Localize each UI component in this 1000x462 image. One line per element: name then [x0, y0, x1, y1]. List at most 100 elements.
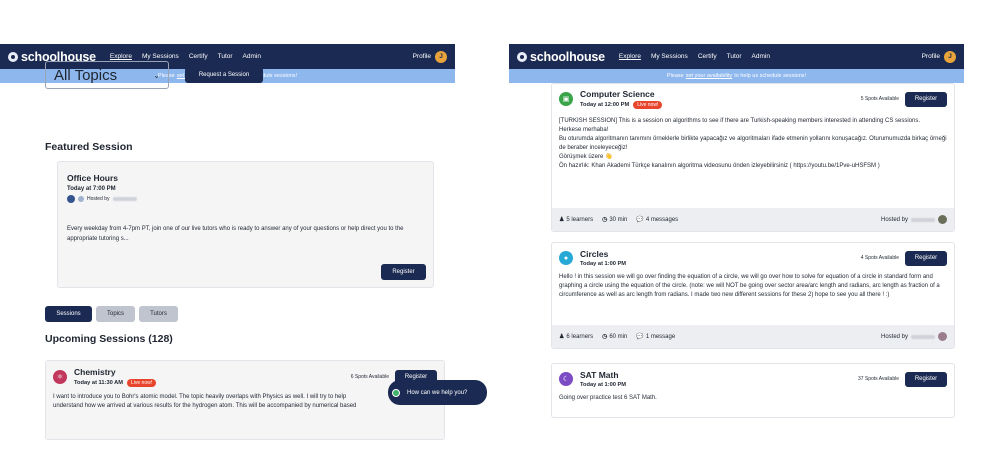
logo-icon [517, 51, 527, 62]
session-card-circles: ● Circles Today at 1:00 PM 4 Spots Avail… [551, 242, 955, 349]
featured-heading: Featured Session [45, 141, 133, 153]
learners-count: ♟ 6 learners [559, 333, 594, 341]
session-description: [TURKISH SESSION] This is a session on a… [552, 109, 954, 171]
session-card-computer-science: ▣ Computer Science Today at 12:00 PM Liv… [551, 83, 955, 232]
session-time: Today at 1:00 PM [580, 382, 626, 388]
logo[interactable]: schoolhouse [517, 50, 605, 64]
session-register-button[interactable]: Register [905, 250, 947, 266]
session-time-text: Today at 11:30 AM [74, 380, 123, 386]
computer-icon: ▣ [559, 92, 573, 106]
messages-count[interactable]: 💬 4 messages [636, 216, 679, 224]
host-name-redacted [911, 217, 935, 222]
live-badge: Live now! [127, 379, 157, 387]
host-name-redacted [112, 197, 137, 201]
host-avatar [938, 215, 947, 224]
duration: ◷ 30 min [602, 216, 628, 224]
banner-suffix: to help us schedule sessions! [734, 73, 807, 79]
session-time-text: Today at 12:00 PM [580, 102, 630, 108]
description-line: Hello ! in this session we will go over … [559, 274, 940, 298]
profile-label: Profile [921, 53, 940, 60]
availability-link[interactable]: set your availability [686, 73, 732, 79]
session-time: Today at 12:00 PM Live now! [580, 101, 663, 109]
description-line: Herkese merhaba! [559, 127, 609, 133]
profile-menu[interactable]: Profile J [412, 50, 447, 63]
description-line: Bu oturumda algoritmanın tanımını örnekl… [559, 136, 947, 151]
learners-text: 5 learners [566, 216, 594, 223]
session-description-line: I want to introduce you to Bohr's atomic… [53, 394, 347, 400]
featured-time: Today at 7:00 PM [67, 186, 116, 192]
nav-admin[interactable]: Admin [752, 53, 770, 60]
messages-count[interactable]: 💬 1 message [636, 333, 676, 341]
featured-host: Hosted by [67, 195, 424, 203]
host-avatar [78, 196, 84, 202]
session-card-chemistry: ⚛ Chemistry Today at 11:30 AM Live now! … [45, 360, 445, 440]
logo-text: schoolhouse [530, 49, 605, 64]
session-description: Hello ! in this session we will go over … [552, 267, 954, 300]
session-title: Chemistry [74, 367, 116, 377]
request-session-button[interactable]: Request a Session [185, 67, 263, 83]
duration: ◷ 60 min [602, 333, 628, 341]
upcoming-heading: Upcoming Sessions (128) [45, 333, 173, 345]
session-footer: ♟ 5 learners ◷ 30 min 💬 4 messages Hosted b… [552, 208, 954, 231]
tab-tutors[interactable]: Tutors [139, 306, 178, 322]
topic-select-value: All Topics [54, 66, 118, 84]
help-chat-button[interactable]: How can we help you? [388, 380, 487, 405]
messages-text: 4 messages [645, 216, 679, 223]
spots-available: 6 Spots Available [350, 374, 389, 380]
nav-my-sessions[interactable]: My Sessions [651, 53, 688, 60]
spots-available: 37 Spots Available [857, 376, 899, 382]
description-line: [TURKISH SESSION] This is a session on a… [559, 118, 921, 124]
circle-icon: ● [559, 251, 573, 265]
avatar: J [435, 50, 447, 63]
session-title: Circles [580, 249, 609, 259]
hosted-label: Hosted by [880, 333, 908, 340]
description-line: Görüşmek üzere 👋 [559, 154, 613, 160]
session-time: Today at 11:30 AM Live now! [74, 379, 157, 387]
availability-banner: Please set your availability to help us … [509, 69, 964, 83]
duration-text: 60 min [609, 333, 628, 340]
session-description-line: understand how we arrived at various res… [53, 403, 357, 409]
tab-topics[interactable]: Topics [96, 306, 135, 322]
description-line: Ön hazırlık: Khan Akademi Türkçe kanalın… [559, 163, 880, 169]
profile-menu[interactable]: Profile J [921, 50, 956, 63]
session-footer: ♟ 6 learners ◷ 60 min 💬 1 message Hosted by [552, 325, 954, 348]
spots-available: 5 Spots Available [860, 96, 899, 102]
profile-label: Profile [412, 53, 431, 60]
topic-select[interactable]: All Topics ⌄ [45, 61, 169, 89]
featured-title: Office Hours [67, 173, 119, 183]
chat-icon: 💬 [636, 334, 644, 340]
banner-prefix: Please [666, 73, 684, 79]
session-time-text: Today at 1:00 PM [580, 382, 627, 388]
online-status-icon [392, 389, 400, 397]
chat-icon: 💬 [636, 217, 644, 223]
people-icon: ♟ [559, 334, 565, 340]
session-description: I want to introduce you to Bohr's atomic… [46, 387, 444, 411]
nav-my-sessions[interactable]: My Sessions [142, 53, 179, 60]
nav-explore[interactable]: Explore [619, 53, 641, 60]
live-badge: Live now! [633, 101, 663, 109]
nav-certify[interactable]: Certify [189, 53, 208, 60]
chevron-down-icon: ⌄ [153, 70, 160, 80]
nav-tutor[interactable]: Tutor [727, 53, 742, 60]
logo-icon [8, 51, 18, 62]
session-register-button[interactable]: Register [905, 91, 947, 107]
session-title: Computer Science [580, 89, 655, 99]
learners-text: 6 learners [566, 333, 594, 340]
nav-tutor[interactable]: Tutor [218, 53, 233, 60]
description-line: Going over practice test 6 SAT Math. [559, 395, 657, 401]
nav-explore[interactable]: Explore [110, 53, 132, 60]
session-time-text: Today at 1:00 PM [580, 261, 627, 267]
clock-icon: ◷ [602, 334, 608, 340]
messages-text: 1 message [645, 333, 676, 340]
moon-icon: ☾ [559, 372, 573, 386]
featured-session-card: Office Hours Today at 7:00 PM Hosted by … [57, 161, 434, 288]
nav-certify[interactable]: Certify [698, 53, 717, 60]
session-register-button[interactable]: Register [905, 371, 947, 387]
session-title: SAT Math [580, 370, 619, 380]
duration-text: 30 min [609, 216, 628, 223]
tab-sessions[interactable]: Sessions [45, 306, 92, 322]
featured-register-button[interactable]: Register [381, 264, 426, 280]
session-card-sat-math: ☾ SAT Math Today at 1:00 PM 37 Spots Ava… [551, 363, 955, 418]
hosted-label: Hosted by [880, 216, 908, 223]
nav-admin[interactable]: Admin [243, 53, 261, 60]
